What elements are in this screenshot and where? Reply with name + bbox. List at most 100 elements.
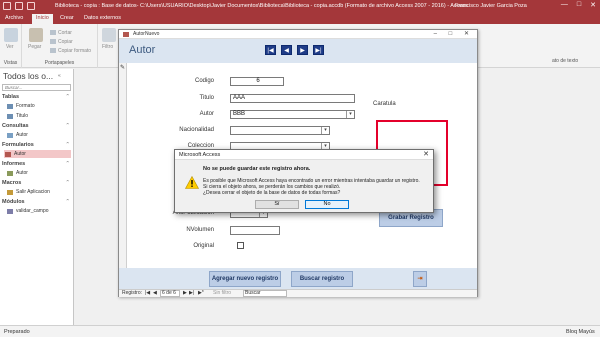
module-icon [7, 209, 13, 214]
nav-section-label: Consultas [2, 123, 29, 129]
view-icon[interactable] [4, 28, 18, 42]
cut-button[interactable]: Cortar [50, 30, 72, 36]
nav-item-informe-autor[interactable]: Autor [6, 169, 73, 177]
save-icon[interactable] [3, 2, 11, 10]
nav-pane-title[interactable]: Todos los o... [3, 71, 53, 81]
view-button-label[interactable]: Ver [6, 44, 14, 50]
last-record-button[interactable]: ▶| [313, 45, 324, 55]
nav-item-validar-campo[interactable]: validar_campo [6, 207, 73, 215]
nav-item-label: validar_campo [16, 208, 49, 214]
format-painter-button[interactable]: Copiar formato [50, 48, 91, 54]
quick-access-toolbar [3, 2, 35, 10]
redo-icon[interactable] [27, 2, 35, 10]
minimize-button[interactable]: — [561, 1, 568, 9]
first-record-button[interactable]: |◀ [265, 45, 276, 55]
form-window-tab[interactable]: AutorNuevo [133, 31, 159, 37]
dialog-close-button[interactable]: ✕ [423, 150, 429, 160]
record-nav-first[interactable]: |◀ [145, 290, 150, 297]
previous-record-button[interactable]: ◀ [281, 45, 292, 55]
group-label-clipboard: Portapapeles [44, 60, 75, 66]
yes-button[interactable]: Sí [255, 200, 299, 209]
error-dialog: Microsoft Access ✕ No se puede guardar e… [174, 149, 434, 213]
collapse-nav-icon[interactable]: « [58, 73, 61, 79]
chevron-up-icon: ⌃ [65, 142, 70, 148]
undo-icon[interactable] [15, 2, 23, 10]
pencil-icon: ✎ [120, 65, 126, 71]
caratula-label: Caratula [373, 101, 396, 107]
filter-status[interactable]: Sin filtro [213, 290, 231, 297]
filter-icon[interactable] [102, 28, 116, 42]
nav-item-formulario-autor[interactable]: Autor [4, 150, 71, 158]
original-label: Original [193, 243, 214, 249]
dialog-title: Microsoft Access [175, 150, 433, 160]
nav-section-label: Módulos [2, 199, 25, 205]
ribbon-tabs: Archivo Inicio Crear Datos externos [0, 13, 600, 24]
nav-item-titulo[interactable]: Titulo [6, 112, 73, 120]
nav-item-consulta-autor[interactable]: Autor [6, 131, 73, 139]
maximize-button[interactable]: □ [577, 1, 581, 9]
record-search-input[interactable]: Buscar [243, 290, 287, 297]
cut-label: Cortar [58, 30, 72, 36]
chevron-up-icon: ⌃ [65, 123, 70, 129]
autor-combo[interactable]: BBB ▾ [230, 110, 355, 119]
record-nav-new[interactable]: ▶* [198, 290, 204, 297]
record-nav-next[interactable]: ▶ [183, 290, 187, 297]
chevron-up-icon: ⌃ [65, 199, 70, 205]
paste-button-label[interactable]: Pegar [28, 44, 41, 50]
nav-section-modulos[interactable]: Módulos ⌃ [2, 199, 72, 205]
dialog-message: Es posible que Microsoft Access haya enc… [203, 178, 428, 196]
window-controls: — □ ✕ [561, 1, 596, 9]
nav-section-consultas[interactable]: Consultas ⌃ [2, 123, 72, 129]
window-title: Biblioteca - copia : Base de datos- C:\U… [55, 3, 468, 9]
form-window-controls[interactable]: – □ ✕ [434, 30, 474, 37]
exit-icon[interactable]: ⇥ [413, 271, 427, 287]
warning-icon [185, 176, 199, 189]
query-icon [7, 133, 13, 138]
nav-item-formato[interactable]: Formato [6, 102, 73, 110]
ribbon-group-views: Ver Vistas [0, 24, 22, 68]
filter-button-label[interactable]: Filtro [102, 44, 113, 50]
buscar-registro-button[interactable]: Buscar registro [291, 271, 353, 287]
record-nav-last[interactable]: ▶| [189, 290, 194, 297]
chevron-down-icon[interactable]: ▾ [346, 111, 354, 118]
copy-icon [50, 39, 56, 45]
nacionalidad-combo[interactable]: ▾ [230, 126, 330, 135]
copy-label: Copiar [58, 39, 73, 45]
status-text: Preparado [4, 329, 30, 335]
record-position-input[interactable]: 6 de 6 [160, 290, 180, 297]
tab-datos-externos[interactable]: Datos externos [84, 15, 121, 21]
user-name[interactable]: Francisco Javier Garcia Poza [455, 3, 527, 9]
tab-archivo[interactable]: Archivo [5, 15, 23, 21]
tab-crear[interactable]: Crear [60, 15, 74, 21]
nav-search-input[interactable]: Buscar... [2, 84, 71, 91]
record-nav-prev[interactable]: ◀ [153, 290, 157, 297]
titulo-field[interactable]: AAA [230, 94, 355, 103]
agregar-nuevo-registro-button[interactable]: Agregar nuevo registro [209, 271, 281, 287]
next-record-button[interactable]: ▶ [297, 45, 308, 55]
nvolumen-field[interactable] [230, 226, 280, 235]
tab-inicio[interactable]: Inicio [32, 14, 53, 24]
nav-item-label: Salir Aplicacion [16, 189, 50, 195]
form-window-titlebar: AutorNuevo – □ ✕ [119, 30, 477, 39]
dialog-message-line: ¿Desea cerrar el objeto de la base de da… [203, 190, 341, 196]
chevron-down-icon[interactable]: ▾ [321, 127, 329, 134]
nav-item-label: Formato [16, 103, 35, 109]
record-selector[interactable]: ✎ [119, 63, 127, 268]
nav-section-macros[interactable]: Macros ⌃ [2, 180, 72, 186]
chevron-up-icon: ⌃ [65, 161, 70, 167]
copy-button[interactable]: Copiar [50, 39, 73, 45]
codigo-field[interactable]: 6 [230, 77, 284, 86]
nav-item-salir-aplicacion[interactable]: Salir Aplicacion [6, 188, 73, 196]
nav-section-informes[interactable]: Informes ⌃ [2, 161, 72, 167]
paste-icon[interactable] [29, 28, 43, 42]
nav-section-formularios[interactable]: Formularios ⌃ [2, 142, 72, 148]
macro-icon [7, 190, 13, 195]
form-icon [5, 152, 11, 157]
close-button[interactable]: ✕ [590, 1, 596, 9]
navigation-pane: Todos los o... « Buscar... Tablas ⌃ Forma… [0, 69, 74, 325]
no-button[interactable]: No [305, 200, 349, 209]
record-nav-label: Registro: [122, 290, 143, 296]
nav-section-tablas[interactable]: Tablas ⌃ [2, 94, 72, 100]
original-checkbox[interactable] [237, 242, 244, 249]
nacionalidad-label: Nacionalidad [179, 127, 214, 133]
